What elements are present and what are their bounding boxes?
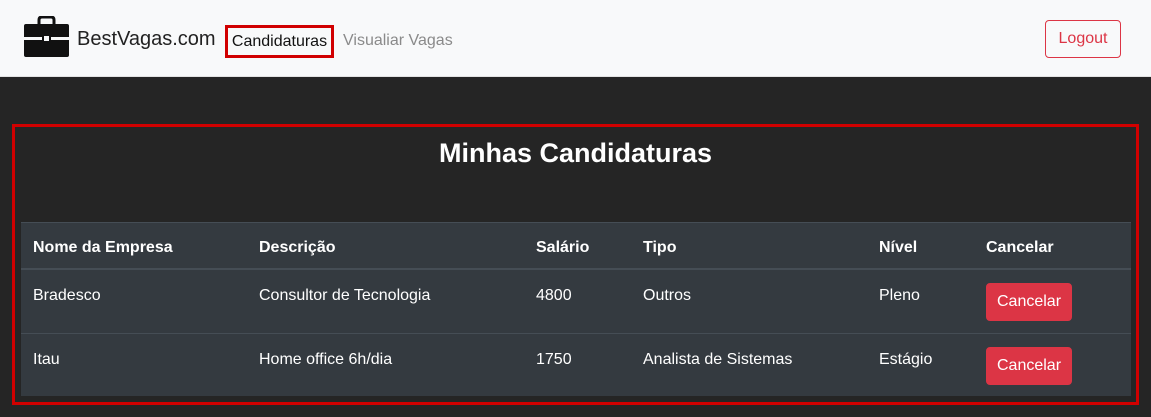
- brand-name[interactable]: BestVagas.com: [77, 27, 216, 51]
- cell-tipo: Outros: [643, 287, 692, 304]
- cell-tipo: Analista de Sistemas: [643, 351, 793, 368]
- header-tipo: Tipo: [643, 239, 677, 256]
- nav-candidaturas[interactable]: Candidaturas: [225, 25, 334, 58]
- briefcase-icon[interactable]: [23, 15, 70, 58]
- nav-visualizar-vagas[interactable]: Visualiar Vagas: [343, 31, 453, 50]
- table-header-row: Nome da Empresa Descrição Salário Tipo N…: [21, 222, 1131, 270]
- table-row: Itau Home office 6h/dia 1750 Analista de…: [21, 333, 1131, 396]
- cell-nivel: Estágio: [879, 351, 933, 368]
- logout-button[interactable]: Logout: [1045, 20, 1121, 58]
- header-nivel: Nível: [879, 239, 918, 256]
- table-row: Bradesco Consultor de Tecnologia 4800 Ou…: [21, 270, 1131, 333]
- header-empresa: Nome da Empresa: [33, 239, 173, 256]
- page-title: Minhas Candidaturas: [438, 138, 713, 168]
- cell-descricao: Consultor de Tecnologia: [259, 287, 431, 304]
- header-salario: Salário: [536, 239, 590, 256]
- cancel-button[interactable]: Cancelar: [986, 347, 1072, 385]
- cell-empresa: Bradesco: [33, 287, 101, 304]
- cell-nivel: Pleno: [879, 287, 920, 304]
- applications-table: Nome da Empresa Descrição Salário Tipo N…: [21, 222, 1131, 396]
- cancel-button[interactable]: Cancelar: [986, 283, 1072, 321]
- cell-salario: 4800: [536, 287, 572, 304]
- navbar: BestVagas.com Candidaturas Visualiar Vag…: [0, 0, 1151, 77]
- cell-descricao: Home office 6h/dia: [259, 351, 393, 368]
- cell-salario: 1750: [536, 351, 572, 368]
- header-cancelar: Cancelar: [986, 239, 1054, 256]
- header-descricao: Descrição: [259, 239, 336, 256]
- cell-empresa: Itau: [33, 351, 60, 368]
